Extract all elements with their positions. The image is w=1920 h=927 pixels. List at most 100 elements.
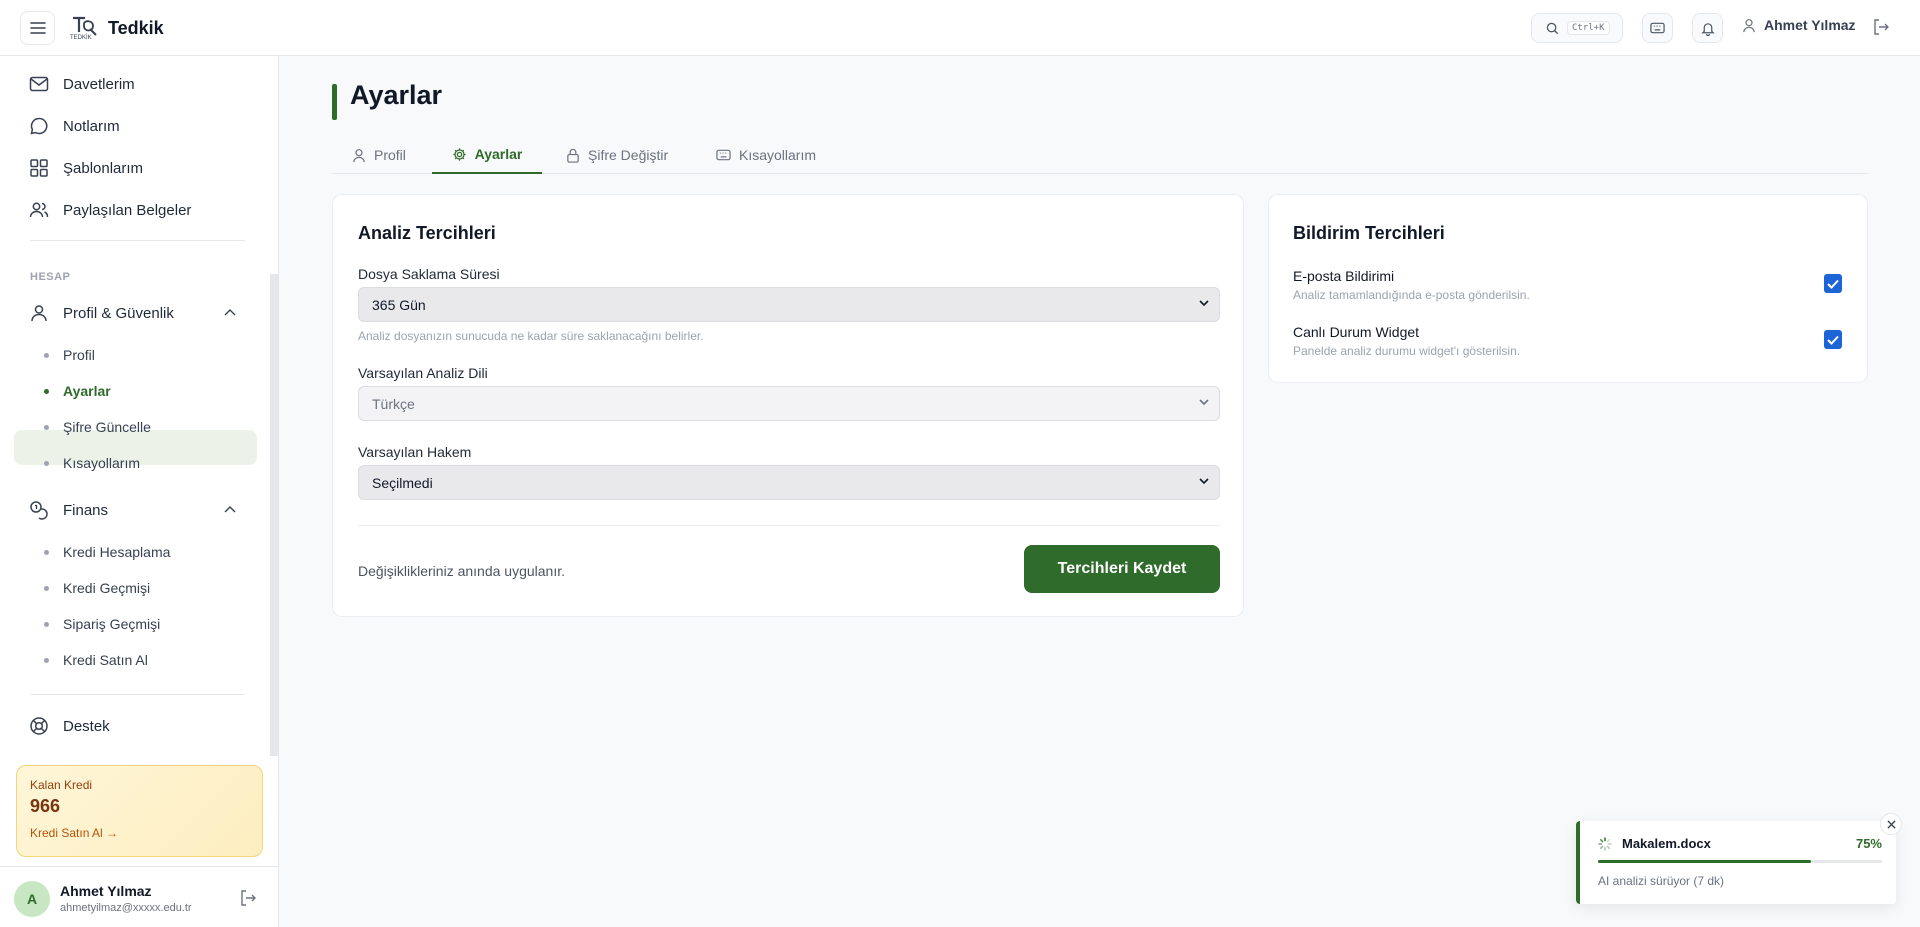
search-icon xyxy=(1546,22,1559,34)
sidebar-subitem-order-history[interactable]: Sipariş Geçmişi xyxy=(44,616,160,632)
referee-value: Seçilmedi xyxy=(372,474,433,491)
retention-help: Analiz dosyanızın sunucuda ne kadar süre… xyxy=(358,329,704,343)
chevron-down-icon xyxy=(1199,399,1209,406)
tab-profile[interactable]: Profil xyxy=(352,136,406,174)
avatar[interactable]: A xyxy=(14,881,50,917)
sidebar-item-templates[interactable]: Şablonlarım xyxy=(29,158,143,178)
title-accent xyxy=(332,84,337,120)
top-user-menu[interactable]: Ahmet Yılmaz xyxy=(1742,17,1856,33)
referee-select[interactable]: Seçilmedi xyxy=(358,465,1220,500)
chevron-down-icon xyxy=(1199,300,1209,307)
language-select[interactable]: Türkçe xyxy=(358,386,1220,421)
toast-status: AI analizi sürüyor (7 dk) xyxy=(1598,874,1725,888)
chevron-up-icon[interactable] xyxy=(224,505,236,513)
tab-label: Profil xyxy=(374,147,406,163)
sidebar-item-label: Şablonlarım xyxy=(63,159,144,177)
sidebar-scrollbar[interactable] xyxy=(270,274,279,756)
lock-icon xyxy=(567,148,579,163)
check-icon xyxy=(1827,279,1839,289)
card-divider xyxy=(358,525,1220,526)
analysis-preferences-card: Analiz Tercihleri Dosya Saklama Süresi 3… xyxy=(332,194,1244,617)
save-preferences-button[interactable]: Tercihleri Kaydet xyxy=(1024,545,1220,593)
sidebar: Davetlerim Notlarım Şablonlarım Paylaşıl… xyxy=(0,56,279,927)
menu-button[interactable] xyxy=(20,11,55,45)
sidebar-subitem-label: Kredi Satın Al xyxy=(63,652,148,668)
footer-logout-button[interactable] xyxy=(239,889,257,912)
sidebar-subitem-label: Sipariş Geçmişi xyxy=(63,616,161,632)
logo-caption: TEDKİK xyxy=(70,35,92,41)
tab-shortcuts[interactable]: Kısayollarım xyxy=(716,136,816,174)
sidebar-subitem-label: Şifre Güncelle xyxy=(63,419,151,435)
toast-close-button[interactable] xyxy=(1880,813,1902,835)
section-label-account: HESAP xyxy=(30,271,71,283)
sidebar-subitem-label: Ayarlar xyxy=(63,383,111,399)
live-widget-checkbox[interactable] xyxy=(1824,330,1842,349)
bullet-dot xyxy=(44,549,49,555)
tab-label: Şifre Değiştir xyxy=(588,147,669,163)
retention-select[interactable]: 365 Gün xyxy=(358,287,1220,322)
check-icon xyxy=(1827,335,1839,345)
chevron-down-icon xyxy=(1199,478,1209,485)
app-logo[interactable]: TEDKİK Tedkik xyxy=(70,14,164,42)
credit-card: Kalan Kredi 966 Kredi Satın Al → xyxy=(16,765,263,857)
tab-settings[interactable]: Ayarlar xyxy=(432,136,542,174)
bullet-dot xyxy=(44,621,49,627)
sidebar-subitem-buy-credit[interactable]: Kredi Satın Al xyxy=(44,652,148,668)
sidebar-group-label: Finans xyxy=(63,501,109,519)
sidebar-group-profile-security[interactable]: Profil & Güvenlik xyxy=(29,303,174,323)
app-name: Tedkik xyxy=(108,17,164,38)
sidebar-subitem-shortcuts[interactable]: Kısayollarım xyxy=(44,455,140,471)
sidebar-item-support[interactable]: Destek xyxy=(29,716,110,736)
coins-icon xyxy=(30,501,48,520)
sidebar-subitem-password[interactable]: Şifre Güncelle xyxy=(44,419,151,435)
buy-credit-link[interactable]: Kredi Satın Al → xyxy=(30,826,249,840)
settings-tabs: Profil Ayarlar Şifre Değiştir Kısayollar… xyxy=(332,136,1868,174)
top-user-name: Ahmet Yılmaz xyxy=(1764,17,1856,33)
notifications-button[interactable] xyxy=(1692,13,1723,43)
sidebar-item-notes[interactable]: Notlarım xyxy=(29,116,120,136)
hamburger-icon xyxy=(29,22,46,34)
tab-change-password[interactable]: Şifre Değiştir xyxy=(566,136,668,174)
sidebar-item-label: Davetlerim xyxy=(63,75,135,93)
sidebar-subitem-credit-history[interactable]: Kredi Geçmişi xyxy=(44,580,150,596)
chevron-up-icon[interactable] xyxy=(224,308,236,316)
sidebar-item-label: Destek xyxy=(63,717,110,735)
sidebar-divider xyxy=(30,240,245,241)
close-icon xyxy=(1886,819,1896,829)
sidebar-item-label: Paylaşılan Belgeler xyxy=(63,201,192,219)
user-icon xyxy=(353,148,365,162)
footer-user-name: Ahmet Yılmaz xyxy=(60,883,152,899)
retention-label: Dosya Saklama Süresi xyxy=(358,266,500,282)
logout-button[interactable] xyxy=(1872,18,1890,41)
toast-file-name: Makalem.docx xyxy=(1622,836,1711,851)
sidebar-item-label: Notlarım xyxy=(63,117,120,135)
grid-icon xyxy=(30,159,48,177)
gear-icon xyxy=(453,147,466,161)
sidebar-subitem-profile[interactable]: Profil xyxy=(44,347,95,363)
logo-mark-icon: TEDKİK xyxy=(70,14,100,42)
keyboard-shortcuts-button[interactable] xyxy=(1642,13,1673,43)
users-icon xyxy=(29,202,49,218)
search-shortcut: Ctrl+K xyxy=(1567,21,1610,35)
sidebar-group-label: Profil & Güvenlik xyxy=(63,304,174,322)
sidebar-group-finance[interactable]: Finans xyxy=(29,500,108,520)
sidebar-subitem-credit-calc[interactable]: Kredi Hesaplama xyxy=(44,544,170,560)
bullet-dot xyxy=(44,460,49,466)
sidebar-subitem-label: Kredi Hesaplama xyxy=(63,544,171,560)
language-value: Türkçe xyxy=(372,395,415,412)
live-widget-desc: Panelde analiz durumu widget'ı gösterils… xyxy=(1293,344,1521,358)
user-icon xyxy=(31,305,47,322)
analysis-progress-toast: Makalem.docx 75% AI analizi sürüyor (7 d… xyxy=(1576,821,1896,904)
search-button[interactable]: Ctrl+K xyxy=(1531,13,1623,43)
retention-value: 365 Gün xyxy=(372,296,426,313)
card-title: Bildirim Tercihleri xyxy=(1293,223,1445,243)
sidebar-item-invitations[interactable]: Davetlerim xyxy=(29,74,135,94)
tab-label: Kısayollarım xyxy=(739,147,817,163)
user-icon xyxy=(1743,18,1755,32)
toast-progress-fill xyxy=(1598,860,1811,863)
sidebar-subitem-settings[interactable]: Ayarlar xyxy=(44,383,111,399)
sidebar-item-shared-documents[interactable]: Paylaşılan Belgeler xyxy=(29,200,191,220)
bullet-dot xyxy=(44,388,49,394)
email-notification-checkbox[interactable] xyxy=(1824,274,1842,293)
lifebuoy-icon xyxy=(30,717,48,735)
